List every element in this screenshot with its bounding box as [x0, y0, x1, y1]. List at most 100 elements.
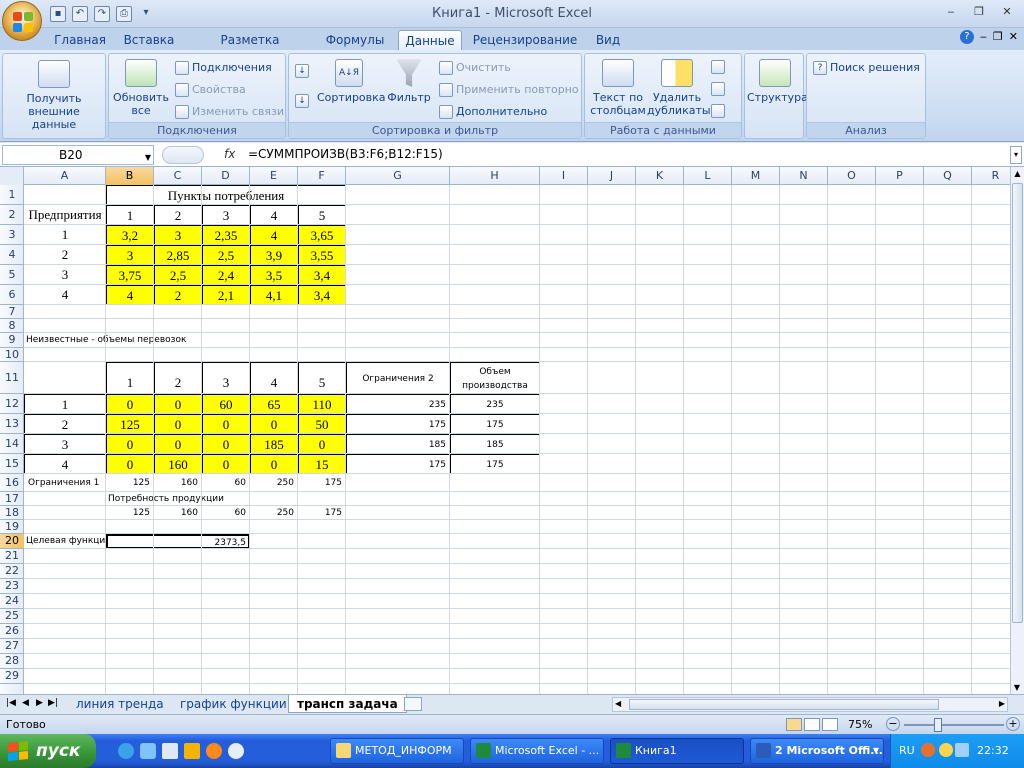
desktop-icon[interactable]	[162, 743, 178, 759]
column-header-c[interactable]: C	[154, 167, 202, 185]
consolidate-button[interactable]	[711, 82, 725, 96]
column-header-j[interactable]: J	[588, 167, 636, 185]
row-header-3[interactable]: 3	[0, 225, 24, 245]
office-button[interactable]	[2, 1, 42, 41]
tab-insert[interactable]: Вставка	[116, 30, 182, 50]
network-icon[interactable]	[955, 743, 969, 757]
volume-cell[interactable]: 0	[250, 454, 298, 474]
volume-cell[interactable]: 60	[202, 394, 250, 414]
production-header[interactable]: Объем производства	[450, 362, 540, 394]
volume-cell[interactable]: 0	[106, 394, 154, 414]
sheet-tab-function-graph[interactable]: график функции	[172, 695, 295, 713]
zoom-slider[interactable]	[904, 718, 1004, 732]
hscroll-thumb[interactable]	[629, 699, 939, 710]
production-cell[interactable]: 175	[450, 414, 540, 434]
app-icon[interactable]	[184, 743, 200, 759]
column-header-b[interactable]: B	[106, 167, 154, 185]
start-button[interactable]: пуск	[0, 734, 96, 768]
objective-label[interactable]: Целевая функция	[24, 534, 111, 549]
text-to-columns-button[interactable]: Текст по столбцам	[587, 57, 649, 117]
constraint2-cell[interactable]: 185	[346, 434, 450, 454]
column-header-i[interactable]: I	[540, 167, 588, 185]
row-header-16[interactable]: 16	[0, 474, 24, 492]
volume-col-header[interactable]: 3	[202, 362, 250, 394]
column-header-m[interactable]: M	[732, 167, 780, 185]
constraint2-cell[interactable]: 235	[346, 394, 450, 414]
row-header-7[interactable]: 7	[0, 305, 24, 319]
constraints1-label[interactable]: Ограничения 1	[24, 474, 106, 492]
production-cell[interactable]: 175	[450, 454, 540, 474]
row-header-1[interactable]: 1	[0, 185, 24, 205]
scroll-thumb[interactable]	[1012, 183, 1023, 623]
cost-cell[interactable]: 3,5	[250, 265, 298, 285]
tab-data[interactable]: Данные	[398, 30, 462, 50]
demand-cell[interactable]: 160	[154, 506, 202, 520]
row-header-5[interactable]: 5	[0, 265, 24, 285]
volume-cell[interactable]: 0	[250, 414, 298, 434]
row-header-18[interactable]: 18	[0, 506, 24, 520]
cost-cell[interactable]: 2,35	[202, 225, 250, 245]
volume-cell[interactable]: 65	[250, 394, 298, 414]
production-cell[interactable]: 185	[450, 434, 540, 454]
cost-cell[interactable]: 3,4	[298, 265, 346, 285]
task-excel[interactable]: Microsoft Excel - ...	[470, 738, 604, 764]
tab-home[interactable]: Главная	[50, 30, 110, 50]
cost-cell[interactable]: 2,1	[202, 285, 250, 305]
production-cell[interactable]: 235	[450, 394, 540, 414]
zoom-level[interactable]: 75%	[848, 718, 872, 731]
volume-cell[interactable]: 0	[154, 434, 202, 454]
cost-cell[interactable]: 4	[106, 285, 154, 305]
sheet-tab-transport[interactable]: трансп задача	[288, 695, 407, 713]
language-indicator[interactable]: RU	[899, 744, 915, 757]
outline-button[interactable]: Структура	[747, 57, 808, 104]
sort-za-button[interactable]: ↓	[295, 94, 309, 108]
sheet-nav-next-icon[interactable]: ▶	[36, 698, 43, 708]
column-header-g[interactable]: G	[346, 167, 450, 185]
view-normal-icon[interactable]	[786, 718, 802, 731]
sort-az-button[interactable]: ↓	[295, 64, 309, 78]
help-icon[interactable]: ?	[959, 30, 974, 44]
column-header-q[interactable]: Q	[924, 167, 972, 185]
cost-col-header[interactable]: 4	[250, 205, 298, 225]
row-header-9[interactable]: 9	[0, 333, 24, 348]
volume-cell[interactable]: 0	[202, 414, 250, 434]
cost-col-header[interactable]: 2	[154, 205, 202, 225]
properties-button[interactable]: Свойства	[175, 82, 246, 98]
column-header-k[interactable]: K	[636, 167, 684, 185]
constraint2-cell[interactable]: 175	[346, 454, 450, 474]
hscroll-left-icon[interactable]: ◀	[615, 699, 621, 708]
zoom-out-icon[interactable]: −	[886, 717, 900, 731]
demand-cell[interactable]: 60	[202, 506, 250, 520]
volume-row-label[interactable]: 1	[24, 394, 106, 414]
volume-cell[interactable]: 0	[106, 434, 154, 454]
volume-cell[interactable]: 160	[154, 454, 202, 474]
insert-sheet-icon[interactable]	[404, 697, 422, 711]
cost-cell[interactable]: 2	[154, 285, 202, 305]
volume-col-header[interactable]: 4	[250, 362, 298, 394]
reapply-button[interactable]: Применить повторно	[439, 82, 579, 98]
cost-row-label[interactable]: 2	[24, 245, 106, 265]
close-workbook-icon[interactable]: ✕	[1009, 30, 1018, 44]
constraint1-cell[interactable]: 250	[250, 474, 298, 492]
cost-cell[interactable]: 3,2	[106, 225, 154, 245]
row-header-23[interactable]: 23	[0, 579, 24, 594]
volume-col-header[interactable]: 2	[154, 362, 202, 394]
worksheet-grid[interactable]: ABCDEFGHIJKLMNOPQR 1 2 3 4 5 6 7 8 9 10 11 12 13 14 15…	[0, 167, 1010, 694]
sheet-nav-prev-icon[interactable]: ◀	[22, 698, 29, 708]
data-validation-button[interactable]	[711, 60, 725, 74]
row-header-14[interactable]: 14	[0, 434, 24, 454]
cost-cell[interactable]: 4	[250, 225, 298, 245]
column-header-p[interactable]: P	[876, 167, 924, 185]
solver-button[interactable]: ? Поиск решения	[813, 60, 920, 76]
row-header-22[interactable]: 22	[0, 564, 24, 579]
row-header-28[interactable]: 28	[0, 654, 24, 669]
task-office[interactable]: 2 Microsoft Offi... ▼	[750, 738, 884, 764]
cost-cell[interactable]: 3,75	[106, 265, 154, 285]
column-header-o[interactable]: O	[828, 167, 876, 185]
volume-cell[interactable]: 185	[250, 434, 298, 454]
cost-cell[interactable]: 2,5	[154, 265, 202, 285]
volume-col-header[interactable]: 1	[106, 362, 154, 394]
cost-col-header[interactable]: 3	[202, 205, 250, 225]
volume-row-label[interactable]: 4	[24, 454, 106, 474]
row-header-6[interactable]: 6	[0, 285, 24, 305]
